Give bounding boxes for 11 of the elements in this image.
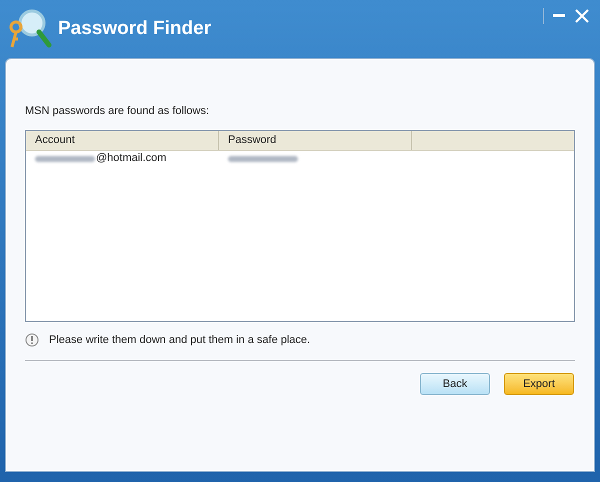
minimize-icon[interactable]: [553, 14, 565, 16]
column-header[interactable]: Password: [219, 130, 412, 150]
exclamation-icon: [25, 332, 39, 347]
export-button[interactable]: Export: [504, 373, 574, 395]
intro-text: MSN passwords are found as follows:: [25, 104, 210, 119]
back-button[interactable]: Back: [420, 373, 490, 395]
window-title: Password Finder: [58, 16, 212, 41]
close-icon[interactable]: [575, 9, 589, 23]
account-text: @hotmail.com: [96, 151, 166, 166]
column-header[interactable]: Account: [26, 130, 219, 150]
note-text: Please write them down and put them in a safe place.: [49, 332, 310, 348]
